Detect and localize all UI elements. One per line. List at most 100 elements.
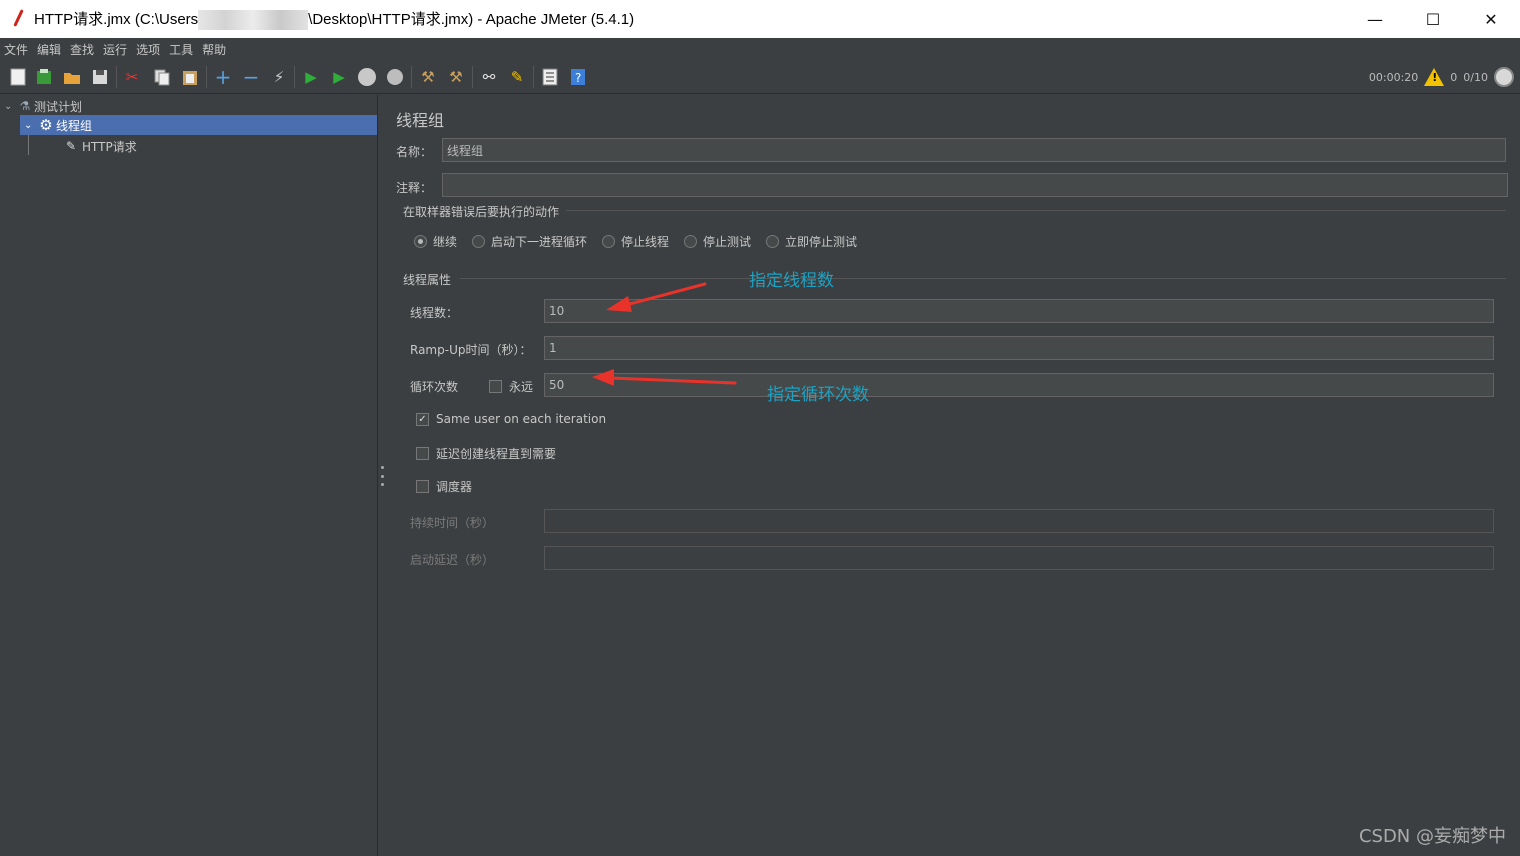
title-bar: HTTP请求.jmx (C:\Users \Desktop\HTTP请求.jmx)…	[0, 0, 1520, 38]
radio-dot[interactable]	[684, 235, 697, 248]
cut-icon[interactable]: ✂	[122, 66, 142, 88]
radio-label: 启动下一进程循环	[491, 235, 588, 249]
tree-node-test-plan[interactable]: ⌄ ⚗ 测试计划	[4, 96, 82, 116]
warning-icon[interactable]	[1424, 68, 1445, 86]
checkbox-box[interactable]	[416, 480, 429, 493]
tree-node-http-request[interactable]: ✎ HTTP请求	[60, 136, 137, 156]
comment-label: 注释：	[396, 181, 433, 195]
reset-search-icon[interactable]: ✎	[507, 66, 527, 88]
same-user-checkbox[interactable]: ✓ Same user on each iteration	[416, 412, 606, 426]
forever-checkbox[interactable]: 永远	[489, 378, 533, 395]
clear-all-icon[interactable]: ⚒	[446, 66, 466, 88]
page-title: 线程组	[396, 111, 445, 130]
stop-icon[interactable]	[357, 66, 377, 88]
gear-icon: ⚙	[39, 116, 53, 134]
expand-all-icon[interactable]: +	[213, 65, 233, 89]
thread-count-field[interactable]: 10	[544, 299, 1494, 323]
radio-stop-test[interactable]: 停止测试	[684, 233, 751, 250]
radio-stop-test-now[interactable]: 立即停止测试	[766, 233, 857, 250]
elapsed-timer: 00:00:20	[1368, 70, 1419, 84]
start-no-pauses-icon[interactable]: ▶	[329, 66, 349, 88]
chevron-down-icon[interactable]: ⌄	[4, 101, 16, 112]
toggle-icon[interactable]: ⚡	[269, 66, 289, 88]
menu-edit[interactable]: 编辑	[37, 41, 61, 58]
templates-icon[interactable]	[34, 66, 54, 88]
paste-icon[interactable]	[180, 66, 200, 88]
test-plan-tree: ⌄ ⚗ 测试计划 ⌄ ⚙ 线程组 ✎ HTTP请求	[0, 95, 378, 856]
thread-props-group-title: 线程属性	[403, 273, 452, 287]
save-icon[interactable]	[90, 66, 110, 88]
checkbox-box[interactable]	[416, 447, 429, 460]
menu-file[interactable]: 文件	[4, 41, 28, 58]
svg-text:?: ?	[575, 71, 581, 85]
clear-icon[interactable]: ⚒	[418, 66, 438, 88]
error-action-group-title: 在取样器错误后要执行的动作	[403, 205, 560, 219]
chevron-down-icon[interactable]: ⌄	[24, 120, 36, 131]
jmeter-feather-icon	[12, 9, 26, 29]
check-icon[interactable]: ✓	[416, 412, 429, 426]
menu-bar: 文件 编辑 查找 运行 选项 工具 帮助	[0, 38, 1520, 60]
annotation-thread-count: 指定线程数	[749, 271, 834, 291]
close-button[interactable]: ✕	[1462, 0, 1520, 38]
radio-label: 停止测试	[703, 235, 752, 249]
open-folder-icon[interactable]	[62, 66, 82, 88]
comment-field[interactable]	[442, 173, 1508, 197]
checkbox-label: Same user on each iteration	[436, 412, 607, 426]
checkbox-label: 延迟创建线程直到需要	[436, 447, 557, 461]
redacted-username	[198, 10, 309, 31]
menu-run[interactable]: 运行	[103, 41, 127, 58]
maximize-button[interactable]: ☐	[1404, 0, 1462, 38]
startup-delay-field[interactable]	[544, 546, 1494, 570]
rampup-label: Ramp-Up时间（秒）：	[410, 343, 532, 357]
radio-continue[interactable]: 继续	[414, 233, 457, 250]
split-pane-handle[interactable]	[379, 466, 385, 486]
tree-node-label: 测试计划	[34, 99, 83, 114]
checkbox-label: 调度器	[436, 480, 473, 494]
name-label: 名称：	[396, 145, 433, 159]
search-binoculars-icon[interactable]: ⚯	[479, 66, 499, 88]
menu-help[interactable]: 帮助	[202, 41, 226, 58]
watermark: CSDN @妄痴梦中	[1358, 826, 1506, 847]
pipette-icon: ✎	[65, 139, 77, 153]
loop-count-field[interactable]: 50	[544, 373, 1494, 397]
checkbox-label: 永远	[509, 380, 534, 394]
startup-delay-label: 启动延迟（秒）	[410, 553, 495, 567]
duration-label: 持续时间（秒）	[410, 516, 495, 530]
toolbar: ✂ + − ⚡ ▶ ▶ ⚒ ⚒ ⚯ ✎ ? 00:00:20 0 0/10	[0, 60, 1520, 94]
radio-dot[interactable]	[472, 235, 485, 248]
delay-thread-creation-checkbox[interactable]: 延迟创建线程直到需要	[416, 445, 556, 462]
start-icon[interactable]: ▶	[301, 66, 321, 88]
warning-count: 0	[1450, 70, 1458, 84]
help-icon[interactable]: ?	[568, 66, 588, 88]
collapse-all-icon[interactable]: −	[241, 65, 261, 89]
tree-node-thread-group[interactable]: ⌄ ⚙ 线程组	[20, 115, 377, 135]
radio-dot[interactable]	[414, 235, 427, 248]
radio-label: 立即停止测试	[785, 235, 858, 249]
window-title: HTTP请求.jmx (C:\Users \Desktop\HTTP请求.jmx)…	[34, 8, 634, 31]
checkbox-box[interactable]	[489, 380, 502, 393]
menu-search[interactable]: 查找	[70, 41, 94, 58]
radio-dot[interactable]	[602, 235, 615, 248]
shutdown-icon[interactable]	[385, 66, 405, 88]
copy-icon[interactable]	[152, 66, 172, 88]
new-file-icon[interactable]	[8, 66, 28, 88]
scheduler-checkbox[interactable]: 调度器	[416, 478, 472, 495]
thread-count-label: 线程数：	[410, 306, 459, 320]
radio-label: 继续	[433, 235, 458, 249]
name-field[interactable]: 线程组	[442, 138, 1506, 162]
rampup-field[interactable]: 1	[544, 336, 1494, 360]
radio-dot[interactable]	[766, 235, 779, 248]
function-helper-icon[interactable]	[540, 66, 560, 88]
remote-status-icon[interactable]	[1494, 67, 1514, 87]
radio-start-next-loop[interactable]: 启动下一进程循环	[472, 233, 587, 250]
minimize-button[interactable]: —	[1346, 0, 1404, 38]
annotation-loop-count: 指定循环次数	[767, 385, 869, 405]
tree-node-label: 线程组	[56, 118, 93, 133]
duration-field[interactable]	[544, 509, 1494, 533]
test-plan-icon: ⚗	[19, 99, 31, 113]
menu-tools[interactable]: 工具	[169, 41, 193, 58]
thread-group-panel: 线程组 名称： 线程组 注释： 在取样器错误后要执行的动作 继续 启动下一进程循…	[386, 95, 1520, 856]
tree-node-label: HTTP请求	[82, 139, 137, 154]
menu-options[interactable]: 选项	[136, 41, 160, 58]
radio-stop-thread[interactable]: 停止线程	[602, 233, 669, 250]
